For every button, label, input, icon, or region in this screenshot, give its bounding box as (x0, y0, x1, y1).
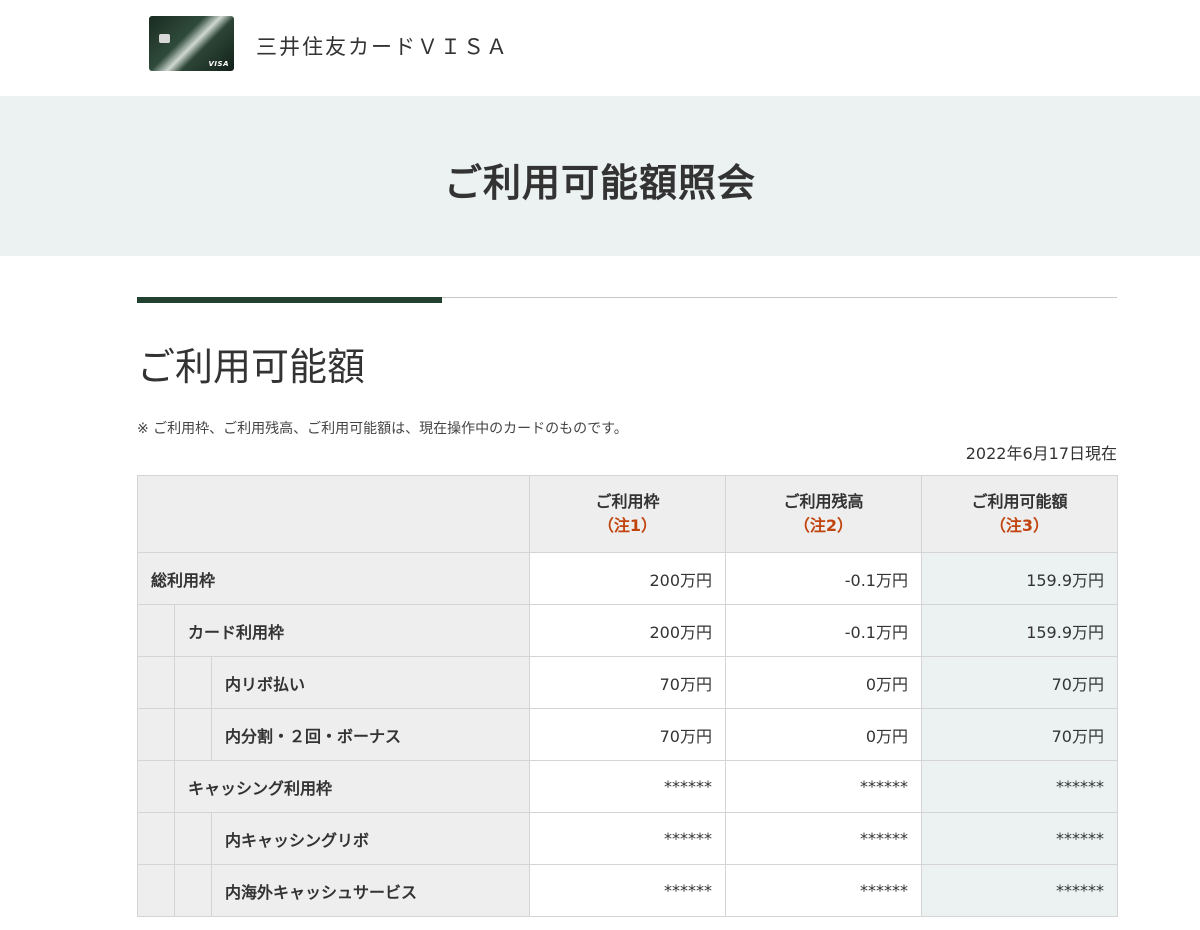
card-name: 三井住友カードＶＩＳＡ (256, 35, 509, 59)
table-row: 内分割・２回・ボーナス 70万円 0万円 70万円 (137, 708, 1118, 761)
balance-value: -0.1万円 (725, 552, 922, 605)
row-label-cell: キャッシング利用枠 (137, 760, 530, 813)
table-row: 内リボ払い 70万円 0万円 70万円 (137, 656, 1118, 709)
limit-value: 70万円 (529, 708, 726, 761)
row-label-cell: 内分割・２回・ボーナス (137, 708, 530, 761)
available-value: 159.9万円 (921, 552, 1118, 605)
row-label-cell: カード利用枠 (137, 604, 530, 657)
indent-spacer (138, 709, 175, 760)
row-label: 内リボ払い (225, 674, 306, 694)
site-header: VISA 三井住友カードＶＩＳＡ (0, 0, 1200, 96)
table-header-blank (137, 475, 530, 553)
indent-spacer (175, 657, 212, 708)
available-value: 70万円 (921, 656, 1118, 709)
row-label-cell: 内キャッシングリボ (137, 812, 530, 865)
indent-spacer (175, 865, 212, 916)
limit-value: ****** (529, 760, 726, 813)
indent-spacer (138, 605, 175, 656)
note-link-3[interactable]: （注3） (922, 514, 1117, 538)
row-label-cell: 内リボ払い (137, 656, 530, 709)
limit-value: ****** (529, 812, 726, 865)
row-label: 内キャッシングリボ (225, 830, 370, 850)
table-row: 総利用枠 200万円 -0.1万円 159.9万円 (137, 552, 1118, 605)
limit-value: 200万円 (529, 604, 726, 657)
table-row: 内海外キャッシュサービス ****** ****** ****** (137, 864, 1118, 917)
available-value: ****** (921, 864, 1118, 917)
row-label-cell: 内海外キャッシュサービス (137, 864, 530, 917)
row-label: キャッシング利用枠 (188, 778, 333, 798)
row-label: カード利用枠 (188, 622, 285, 642)
column-label: ご利用残高 (783, 492, 864, 511)
section-divider-accent (137, 297, 442, 303)
note-link-1[interactable]: （注1） (530, 514, 725, 538)
available-value: ****** (921, 812, 1118, 865)
indent-spacer (138, 865, 175, 916)
balance-value: -0.1万円 (725, 604, 922, 657)
indent-spacer (138, 813, 175, 864)
table-row: 内キャッシングリボ ****** ****** ****** (137, 812, 1118, 865)
available-value: ****** (921, 760, 1118, 813)
section-title: ご利用可能額 (137, 345, 366, 389)
visa-logo: VISA (208, 60, 229, 68)
row-label-cell: 総利用枠 (137, 552, 530, 605)
row-label: 内海外キャッシュサービス (225, 882, 418, 902)
indent-spacer (138, 657, 175, 708)
page-title: ご利用可能額照会 (443, 161, 756, 205)
limit-value: 200万円 (529, 552, 726, 605)
column-label: ご利用枠 (595, 492, 660, 511)
indent-spacer (138, 761, 175, 812)
row-label: 総利用枠 (151, 570, 216, 590)
column-header-balance: ご利用残高 （注2） (725, 475, 922, 553)
as-of-date: 2022年6月17日現在 (965, 444, 1117, 463)
table-header-row: ご利用枠 （注1） ご利用残高 （注2） ご利用可能額 （注3） (137, 475, 1118, 553)
available-value: 70万円 (921, 708, 1118, 761)
column-header-limit: ご利用枠 （注1） (529, 475, 726, 553)
section-note: ※ ご利用枠、ご利用残高、ご利用可能額は、現在操作中のカードのものです。 (137, 421, 628, 437)
column-header-available: ご利用可能額 （注3） (921, 475, 1118, 553)
balance-value: 0万円 (725, 656, 922, 709)
page-banner: ご利用可能額照会 (0, 96, 1200, 256)
note-link-2[interactable]: （注2） (726, 514, 921, 538)
indent-spacer (175, 813, 212, 864)
indent-spacer (175, 709, 212, 760)
card-chip-icon (159, 34, 170, 43)
available-amount-table: ご利用枠 （注1） ご利用残高 （注2） ご利用可能額 （注3） 総利用枠 20… (137, 475, 1118, 917)
table-row: キャッシング利用枠 ****** ****** ****** (137, 760, 1118, 813)
row-label: 内分割・２回・ボーナス (225, 726, 402, 746)
limit-value: ****** (529, 864, 726, 917)
balance-value: ****** (725, 760, 922, 813)
column-label: ご利用可能額 (971, 492, 1068, 511)
table-row: カード利用枠 200万円 -0.1万円 159.9万円 (137, 604, 1118, 657)
balance-value: ****** (725, 864, 922, 917)
limit-value: 70万円 (529, 656, 726, 709)
credit-card-image: VISA (149, 16, 234, 71)
available-value: 159.9万円 (921, 604, 1118, 657)
balance-value: 0万円 (725, 708, 922, 761)
balance-value: ****** (725, 812, 922, 865)
